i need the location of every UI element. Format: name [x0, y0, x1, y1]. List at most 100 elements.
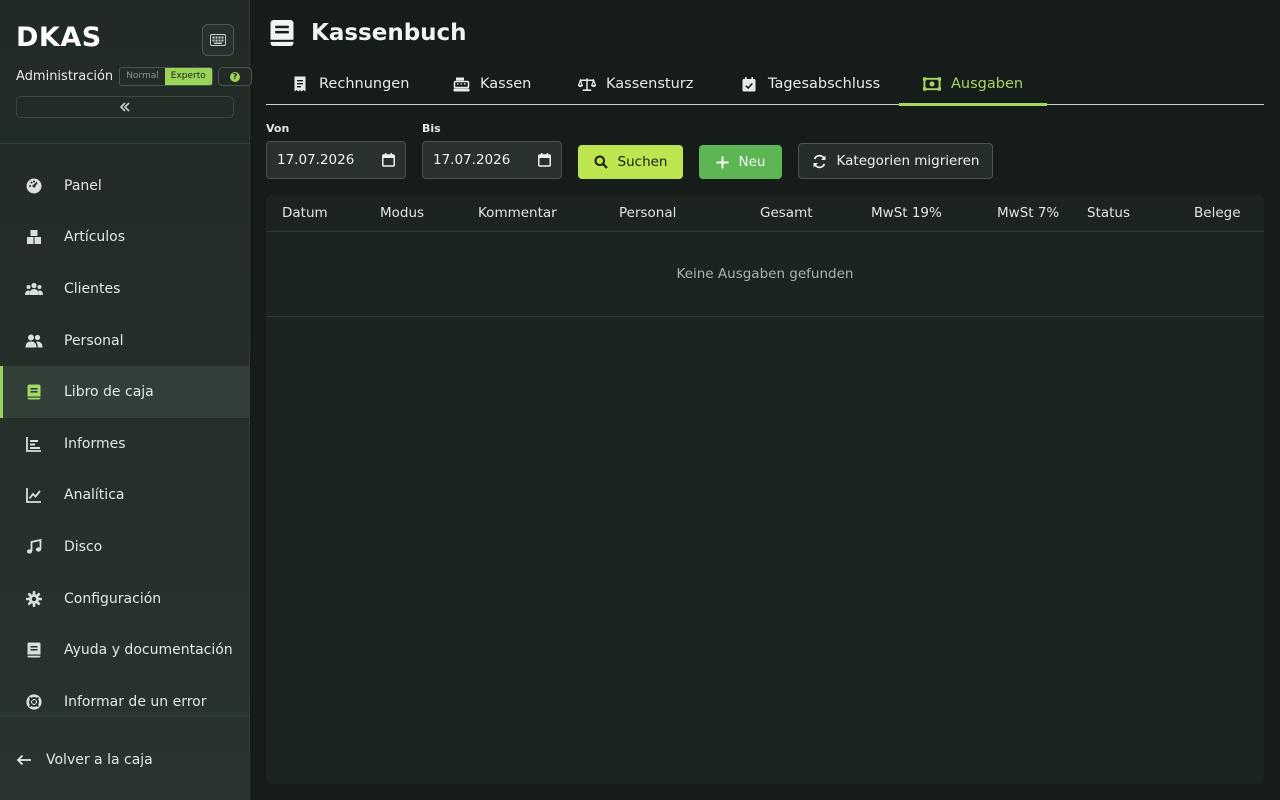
keyboard-button[interactable] — [202, 24, 234, 56]
sidebar-item-analitica[interactable]: Analítica — [0, 470, 250, 522]
column-header-mwst-7[interactable]: MwSt 7% — [997, 205, 1059, 221]
collapse-sidebar-button[interactable] — [16, 96, 234, 118]
boxes-icon — [24, 227, 44, 247]
money-bill-icon — [923, 75, 941, 93]
page-header: Kassenbuch — [270, 19, 467, 47]
scale-icon — [578, 75, 596, 93]
tab-label: Tagesabschluss — [768, 76, 881, 92]
to-date-value: 17.07.2026 — [433, 152, 511, 168]
tab-label: Rechnungen — [319, 76, 410, 92]
refresh-icon — [812, 154, 827, 169]
column-header-datum[interactable]: Datum — [282, 205, 328, 221]
sidebar-item-label: Libro de caja — [64, 384, 154, 401]
to-date-field[interactable]: 17.07.2026 — [422, 141, 562, 179]
double-chevron-left-icon — [119, 102, 130, 112]
help-icon: ? — [230, 71, 240, 82]
column-header-status[interactable]: Status — [1087, 205, 1130, 221]
new-button[interactable]: Neu — [699, 145, 782, 179]
manual-icon — [24, 640, 44, 660]
arrow-left-icon — [16, 750, 34, 770]
column-header-personal[interactable]: Personal — [619, 205, 676, 221]
search-icon — [594, 155, 608, 169]
search-button-label: Suchen — [617, 154, 668, 170]
help-button[interactable]: ? — [218, 67, 252, 86]
sidebar-divider — [0, 143, 250, 144]
music-note-icon — [24, 537, 44, 557]
plus-icon — [716, 156, 729, 169]
tab-rechnungen[interactable]: Rechnungen — [291, 64, 409, 104]
migrate-categories-button[interactable]: Kategorien migrieren — [798, 143, 993, 179]
gear-icon — [24, 589, 44, 609]
expenses-table: Datum Modus Kommentar Personal Gesamt Mw… — [266, 195, 1264, 784]
column-header-kommentar[interactable]: Kommentar — [478, 205, 557, 221]
book-icon — [24, 382, 44, 402]
role-label: Administración — [16, 69, 114, 84]
back-label: Volver a la caja — [46, 752, 153, 768]
tab-kassen[interactable]: Kassen — [452, 64, 531, 104]
column-header-modus[interactable]: Modus — [380, 205, 424, 221]
back-to-register-link[interactable]: Volver a la caja — [16, 750, 153, 770]
sidebar-item-disco[interactable]: Disco — [0, 521, 250, 573]
tab-label: Ausgaben — [951, 76, 1024, 92]
column-header-belege[interactable]: Belege — [1194, 205, 1241, 221]
sidebar-item-ayuda[interactable]: Ayuda y documentación — [0, 624, 250, 676]
sidebar-item-label: Ayuda y documentación — [64, 642, 233, 659]
empty-state-message: Keine Ausgaben gefunden — [676, 266, 854, 282]
sidebar-item-label: Personal — [64, 332, 124, 349]
column-header-mwst-19[interactable]: MwSt 19% — [871, 205, 942, 221]
to-date-label: Bis — [422, 122, 441, 135]
line-chart-icon — [24, 485, 44, 505]
sidebar-item-label: Panel — [64, 177, 102, 194]
sidebar-item-label: Artículos — [64, 229, 126, 246]
column-header-gesamt[interactable]: Gesamt — [760, 205, 813, 221]
sidebar-nav: Panel Artículos Clientes Personal Libro … — [0, 160, 250, 728]
migrate-button-label: Kategorien migrieren — [836, 153, 980, 169]
tab-tagesabschluss[interactable]: Tagesabschluss — [740, 64, 880, 104]
from-date-value: 17.07.2026 — [277, 152, 355, 168]
from-date-label: Von — [266, 122, 290, 135]
tab-label: Kassen — [480, 76, 532, 92]
receipt-icon — [291, 75, 309, 93]
calendar-icon[interactable] — [382, 153, 395, 167]
sidebar-item-clientes[interactable]: Clientes — [0, 263, 250, 315]
page-title: Kassenbuch — [311, 20, 467, 46]
sidebar-item-informes[interactable]: Informes — [0, 418, 250, 470]
mode-normal-option[interactable]: Normal — [120, 68, 165, 85]
admin-row: Administración Normal Experto — [16, 67, 213, 86]
sidebar-item-label: Disco — [64, 538, 103, 555]
tab-label: Kassensturz — [606, 76, 694, 92]
table-header-row: Datum Modus Kommentar Personal Gesamt Mw… — [266, 195, 1264, 232]
lifebuoy-icon — [24, 692, 44, 712]
tab-ausgaben[interactable]: Ausgaben — [898, 64, 1048, 106]
calendar-check-icon — [740, 75, 758, 93]
cash-register-icon — [452, 75, 470, 93]
sidebar-divider-bottom — [0, 715, 250, 716]
search-button[interactable]: Suchen — [578, 145, 683, 179]
brand-logo[interactable]: DKAS — [16, 22, 102, 53]
sidebar: DKAS Administración Normal Experto ? Pan… — [0, 0, 252, 800]
bar-chart-icon — [24, 434, 44, 454]
mode-toggle[interactable]: Normal Experto — [119, 67, 213, 86]
from-date-field[interactable]: 17.07.2026 — [266, 141, 406, 179]
sidebar-item-informar-error[interactable]: Informar de un error — [0, 676, 250, 728]
tab-bar: Rechnungen Kassen Kassensturz Tagesabsch… — [266, 64, 1264, 106]
sidebar-item-configuracion[interactable]: Configuración — [0, 573, 250, 625]
sidebar-item-label: Analítica — [64, 487, 125, 504]
keyboard-icon — [210, 34, 226, 46]
sidebar-item-panel[interactable]: Panel — [0, 160, 250, 212]
mode-expert-option[interactable]: Experto — [164, 68, 212, 85]
sidebar-item-articulos[interactable]: Artículos — [0, 212, 250, 264]
users-group-icon — [24, 279, 44, 299]
tab-kassensturz[interactable]: Kassensturz — [578, 64, 693, 104]
calendar-icon[interactable] — [538, 153, 551, 167]
sidebar-item-libro-de-caja[interactable]: Libro de caja — [0, 366, 250, 418]
book-icon — [270, 19, 294, 47]
sidebar-item-personal[interactable]: Personal — [0, 315, 250, 367]
sidebar-item-label: Informar de un error — [64, 693, 207, 710]
sidebar-item-label: Configuración — [64, 590, 162, 607]
empty-state-row: Keine Ausgaben gefunden — [266, 232, 1264, 317]
user-pair-icon — [24, 331, 44, 351]
new-button-label: Neu — [738, 154, 766, 170]
sidebar-item-label: Informes — [64, 435, 126, 452]
brand-text: DKAS — [16, 22, 102, 53]
